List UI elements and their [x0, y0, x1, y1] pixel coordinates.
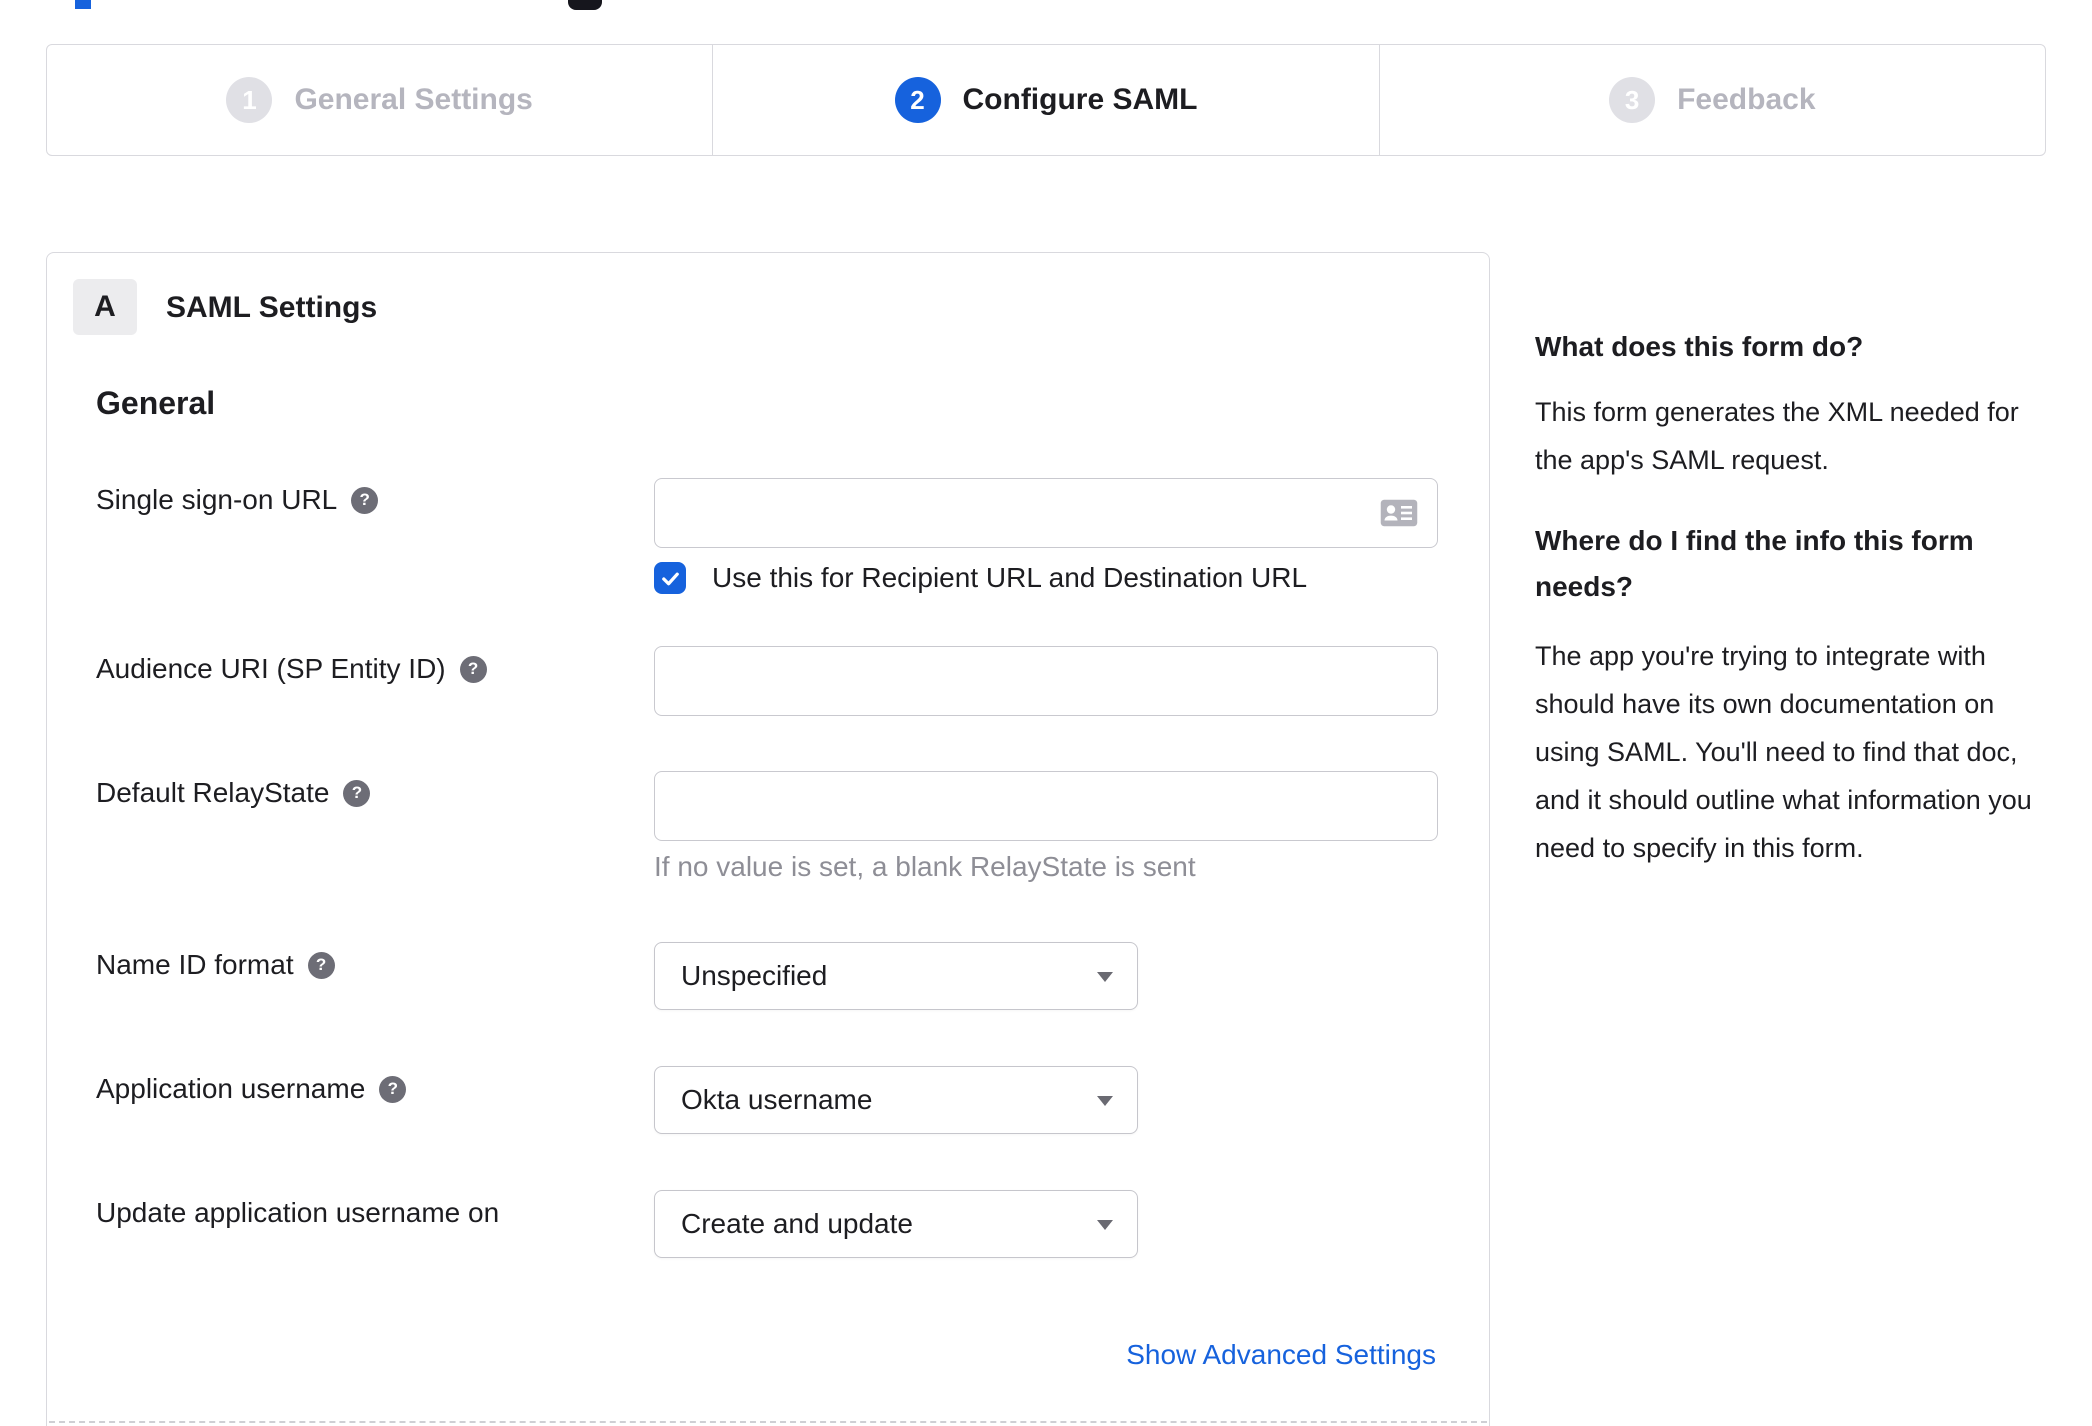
help-icon[interactable]: ? — [379, 1075, 407, 1103]
wizard-stepper: 1 General Settings 2 Configure SAML 3 Fe… — [46, 44, 2046, 156]
audience-uri-label-row: Audience URI (SP Entity ID) ? — [96, 653, 487, 685]
update-username-label: Update application username on — [96, 1197, 500, 1228]
chevron-down-icon — [1097, 1096, 1113, 1106]
cropped-logo-fragment — [75, 0, 91, 9]
step-feedback[interactable]: 3 Feedback — [1378, 45, 2045, 155]
help-question-2: Where do I find the info this form needs… — [1535, 525, 1974, 602]
help-answer-2: The app you're trying to integrate with … — [1535, 641, 2032, 863]
name-id-format-selected-value: Unspecified — [681, 960, 828, 991]
application-username-label-row: Application username ? — [96, 1073, 407, 1105]
relay-state-label: Default RelayState — [96, 777, 330, 808]
step-number-badge: 2 — [894, 77, 941, 123]
help-icon[interactable]: ? — [459, 655, 487, 683]
sso-url-input[interactable] — [654, 478, 1438, 548]
step-label: Feedback — [1677, 83, 1816, 116]
step-number-badge: 3 — [1609, 77, 1656, 123]
name-id-format-label: Name ID format — [96, 949, 294, 980]
help-icon[interactable]: ? — [351, 486, 379, 514]
help-icon[interactable]: ? — [343, 779, 371, 807]
sso-url-label: Single sign-on URL — [96, 484, 338, 515]
name-id-format-select[interactable]: Unspecified — [654, 942, 1138, 1010]
help-question-1: What does this form do? — [1535, 331, 1864, 362]
recipient-url-checkbox-label: Use this for Recipient URL and Destinati… — [712, 562, 1308, 593]
section-title: SAML Settings — [166, 291, 378, 324]
step-label: Configure SAML — [962, 83, 1198, 116]
name-id-format-label-row: Name ID format ? — [96, 949, 335, 981]
step-general-settings[interactable]: 1 General Settings — [47, 45, 712, 155]
chevron-down-icon — [1097, 1220, 1113, 1230]
contact-card-icon[interactable] — [1380, 499, 1418, 527]
step-number-badge: 1 — [226, 77, 273, 123]
relay-state-input[interactable] — [654, 771, 1438, 841]
saml-settings-panel: A SAML Settings General Single sign-on U… — [46, 252, 1490, 1426]
application-username-label: Application username — [96, 1073, 366, 1104]
show-advanced-settings-link[interactable]: Show Advanced Settings — [1126, 1339, 1436, 1371]
update-username-selected-value: Create and update — [681, 1208, 913, 1239]
application-username-selected-value: Okta username — [681, 1084, 873, 1115]
checkmark-icon — [661, 572, 679, 585]
section-letter-badge: A — [73, 279, 137, 335]
audience-uri-input[interactable] — [654, 646, 1438, 716]
help-sidebar: What does this form do? This form genera… — [1535, 328, 2053, 872]
sso-url-label-row: Single sign-on URL ? — [96, 484, 379, 516]
step-label: General Settings — [294, 83, 533, 116]
chevron-down-icon — [1097, 972, 1113, 982]
relay-state-hint: If no value is set, a blank RelayState i… — [654, 851, 1196, 882]
step-configure-saml[interactable]: 2 Configure SAML — [712, 45, 1378, 155]
relay-state-label-row: Default RelayState ? — [96, 777, 371, 809]
subsection-title: General — [96, 385, 216, 421]
sso-checkbox-row: Use this for Recipient URL and Destinati… — [654, 562, 1307, 594]
application-username-select[interactable]: Okta username — [654, 1066, 1138, 1134]
recipient-url-checkbox[interactable] — [654, 562, 686, 594]
cropped-ui-fragment — [568, 0, 602, 10]
section-dashed-divider — [49, 1421, 1487, 1423]
update-username-select[interactable]: Create and update — [654, 1190, 1138, 1258]
update-username-label-row: Update application username on — [96, 1197, 499, 1229]
audience-uri-label: Audience URI (SP Entity ID) — [96, 653, 446, 684]
help-icon[interactable]: ? — [307, 951, 335, 979]
help-answer-1: This form generates the XML needed for t… — [1535, 397, 2019, 475]
sso-url-input-wrap — [654, 478, 1438, 548]
